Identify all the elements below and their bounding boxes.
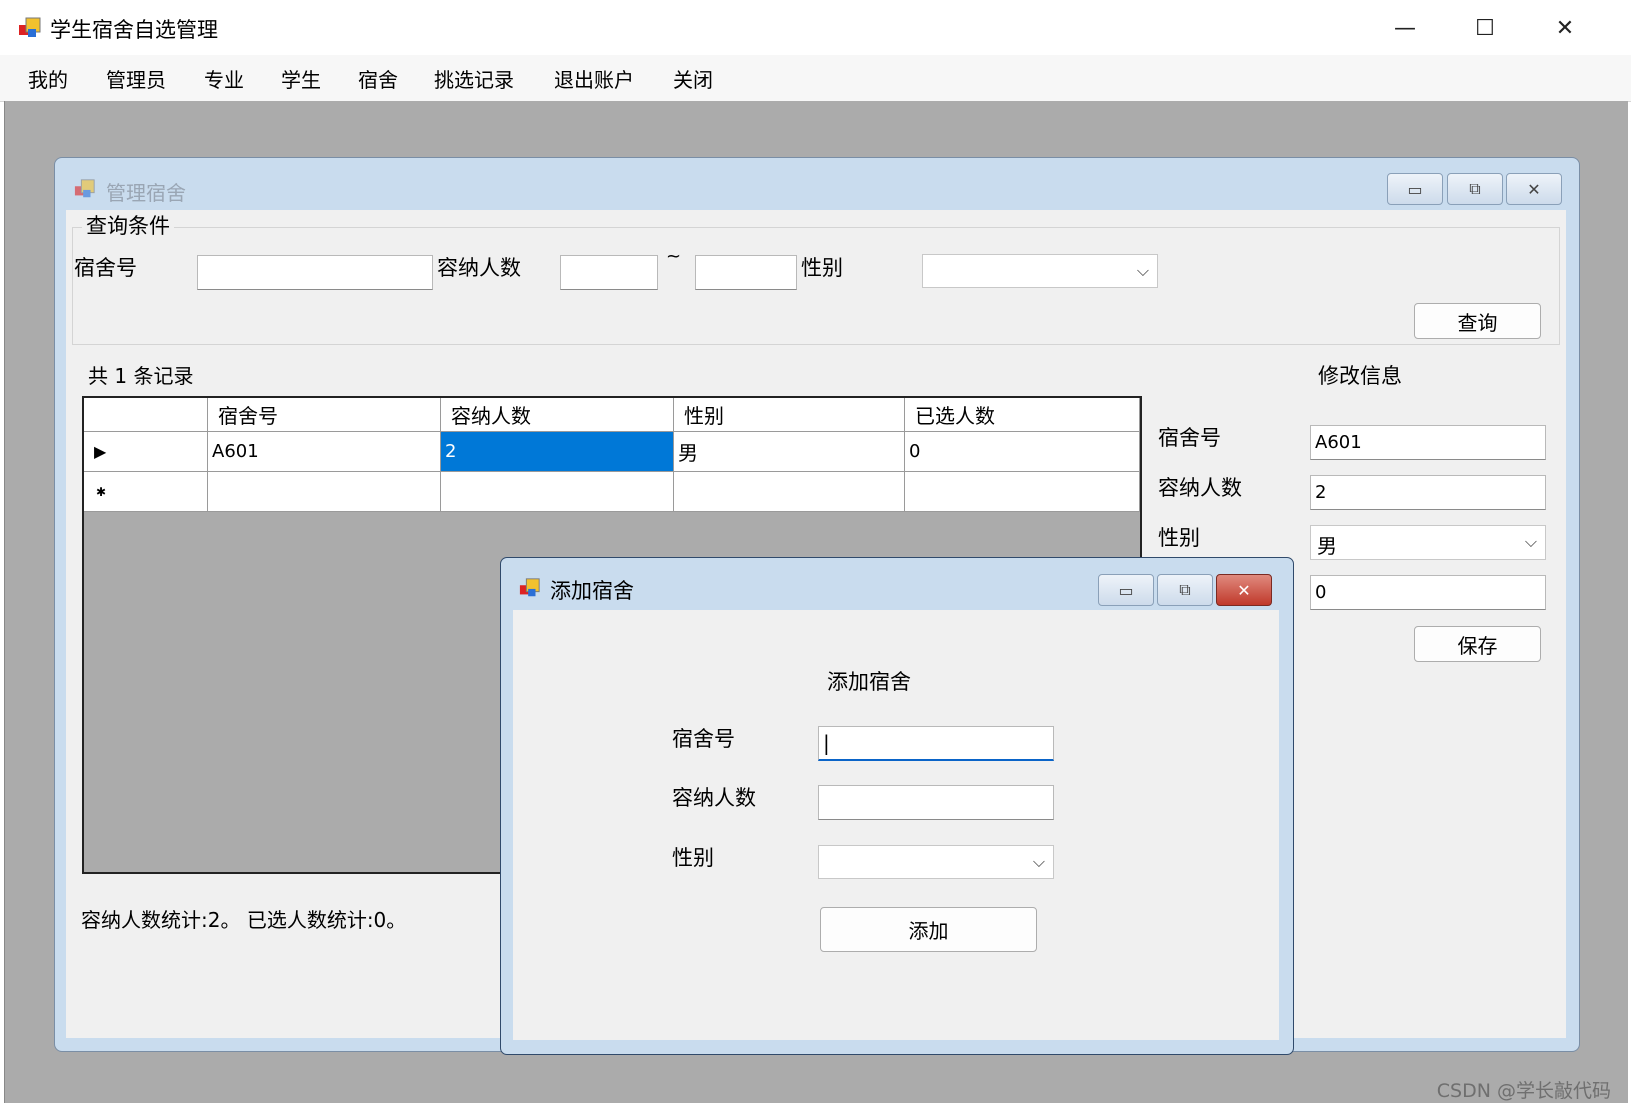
row-indicator-current[interactable]: ▶ [84, 432, 208, 472]
edit-capacity-label: 容纳人数 [1158, 476, 1242, 500]
save-button[interactable]: 保存 [1414, 626, 1541, 662]
edit-capacity-input[interactable]: 2 [1310, 475, 1546, 510]
menu-item-student[interactable]: 学生 [281, 64, 321, 93]
app-icon [19, 17, 41, 37]
table-cell-selected[interactable]: 0 [905, 432, 1140, 472]
window-title: 学生宿舍自选管理 [50, 18, 218, 42]
query-button[interactable]: 查询 [1414, 303, 1541, 339]
capacity-label: 容纳人数 [437, 256, 521, 280]
minimize-button[interactable]: — [1370, 8, 1440, 48]
chevron-down-icon: ⌵ [1524, 532, 1537, 551]
column-header-gender[interactable]: 性别 [674, 398, 905, 432]
gender-query-select[interactable]: ⌵ [922, 254, 1158, 288]
stats-text: 容纳人数统计:2。 已选人数统计:0。 [81, 908, 407, 932]
column-header-capacity[interactable]: 容纳人数 [441, 398, 674, 432]
room-query-input[interactable] [197, 255, 433, 290]
table-cell-gender[interactable]: 男 [674, 432, 905, 472]
table-cell-capacity-selected[interactable]: 2 [441, 432, 674, 472]
record-count: 共 1 条记录 [88, 364, 194, 388]
menu-item-admin[interactable]: 管理员 [106, 64, 166, 93]
dialog-heading: 添加宿舍 [827, 670, 911, 694]
dialog-capacity-input[interactable] [818, 785, 1054, 820]
dialog-gender-label: 性别 [672, 846, 714, 870]
room-label: 宿舍号 [74, 256, 137, 280]
grid-corner-header [84, 398, 208, 432]
table-cell-new-capacity[interactable] [441, 472, 674, 512]
menu-item-major[interactable]: 专业 [204, 64, 244, 93]
row-indicator-new[interactable]: ✱ [84, 472, 208, 512]
edit-room-input[interactable]: A601 [1310, 425, 1546, 460]
column-header-room[interactable]: 宿舍号 [208, 398, 441, 432]
menu-item-mine[interactable]: 我的 [28, 64, 68, 93]
dialog-restore-button[interactable]: ⧉ [1157, 574, 1213, 606]
add-button[interactable]: 添加 [820, 907, 1037, 952]
chevron-down-icon: ⌵ [1032, 852, 1045, 871]
column-header-selected[interactable]: 已选人数 [905, 398, 1140, 432]
chevron-down-icon: ⌵ [1136, 261, 1149, 280]
edit-gender-select[interactable]: 男 ⌵ [1310, 525, 1546, 560]
edit-room-label: 宿舍号 [1158, 426, 1221, 450]
child-minimize-button[interactable]: ▭ [1387, 173, 1443, 205]
range-separator: ~ [666, 246, 682, 267]
edit-selected-input[interactable]: 0 [1310, 575, 1546, 610]
child-close-button[interactable]: ✕ [1506, 173, 1562, 205]
dialog-icon [519, 578, 540, 597]
dialog-gender-select[interactable]: ⌵ [818, 845, 1054, 879]
manage-window-title: 管理宿舍 [106, 181, 186, 205]
capacity-min-input[interactable] [560, 255, 658, 290]
edit-info-title: 修改信息 [1318, 364, 1402, 388]
close-button[interactable]: ✕ [1530, 8, 1600, 48]
edit-gender-value: 男 [1317, 534, 1337, 558]
table-cell-new-selected[interactable] [905, 472, 1140, 512]
menu-bar [0, 55, 1631, 102]
child-restore-button[interactable]: ⧉ [1447, 173, 1503, 205]
edit-gender-label: 性别 [1158, 526, 1200, 550]
dialog-room-label: 宿舍号 [672, 727, 735, 751]
menu-item-close[interactable]: 关闭 [673, 64, 713, 93]
maximize-button[interactable]: ☐ [1450, 8, 1520, 48]
window-icon [74, 179, 95, 198]
dialog-room-input[interactable]: | [818, 726, 1054, 761]
query-group-title: 查询条件 [82, 210, 174, 240]
dialog-capacity-label: 容纳人数 [672, 786, 756, 810]
capacity-max-input[interactable] [695, 255, 797, 290]
watermark: CSDN @学长敲代码 [1436, 1080, 1611, 1102]
table-cell-new-room[interactable] [208, 472, 441, 512]
gender-label: 性别 [801, 256, 843, 280]
table-cell-room[interactable]: A601 [208, 432, 441, 472]
menu-item-logout[interactable]: 退出账户 [554, 64, 634, 93]
menu-item-selection-record[interactable]: 挑选记录 [434, 64, 514, 93]
dialog-minimize-button[interactable]: ▭ [1098, 574, 1154, 606]
table-cell-new-gender[interactable] [674, 472, 905, 512]
menu-item-dorm[interactable]: 宿舍 [358, 64, 398, 93]
dialog-title: 添加宿舍 [550, 579, 634, 603]
dialog-close-button[interactable]: ✕ [1216, 574, 1272, 606]
